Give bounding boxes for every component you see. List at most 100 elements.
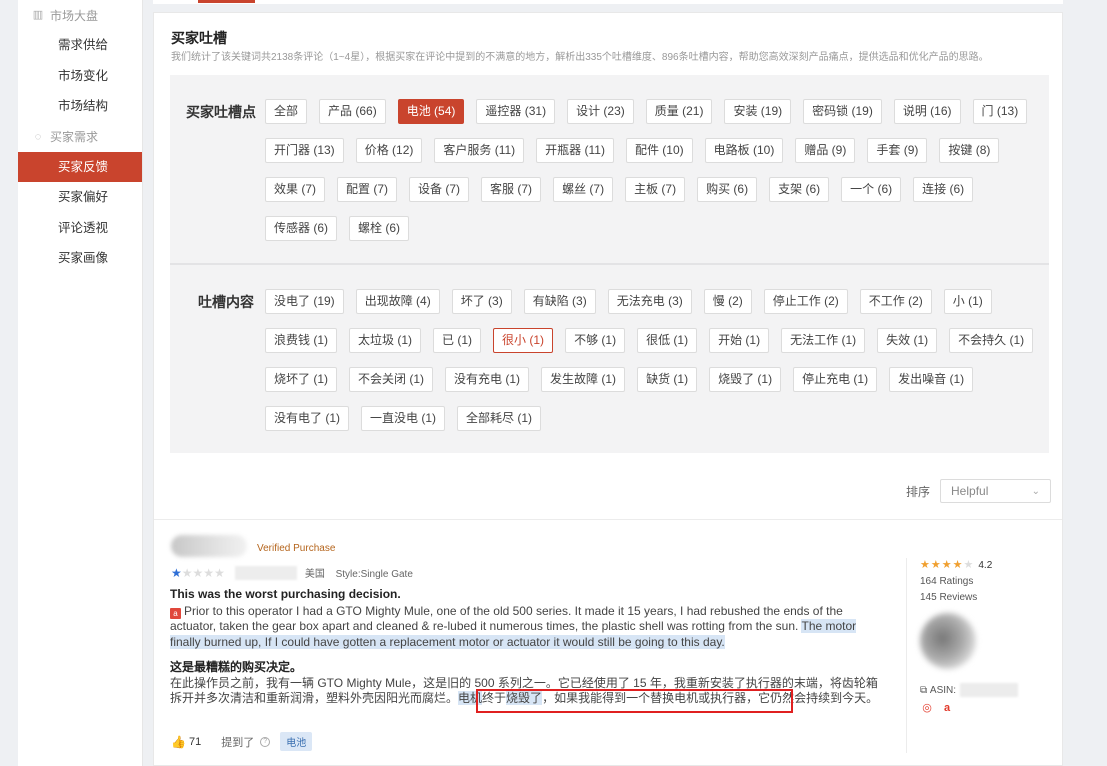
review-body-en: a Prior to this operator I had a GTO Migh… xyxy=(170,604,886,650)
complaint-point-tag[interactable]: 螺栓 (6) xyxy=(349,216,410,241)
complaint-content-tag[interactable]: 不会关闭 (1) xyxy=(349,367,434,392)
divider xyxy=(154,519,1062,520)
sidebar-group-buyer-needs[interactable]: ◌ 买家需求 xyxy=(18,122,142,152)
complaint-point-tag[interactable]: 设计 (23) xyxy=(567,99,634,124)
complaint-point-tag[interactable]: 客服 (7) xyxy=(481,177,542,202)
complaint-content-tag[interactable]: 发出噪音 (1) xyxy=(889,367,974,392)
complaint-content-tag[interactable]: 不工作 (2) xyxy=(859,289,932,314)
complaint-point-tag[interactable]: 安装 (19) xyxy=(724,99,792,124)
complaint-point-tag[interactable]: 密码锁 (19) xyxy=(803,99,882,124)
complaint-point-tag[interactable]: 全部 xyxy=(265,99,308,124)
complaint-content-tags: 没电了 (19) 出现故障 (4) 坏了 (3) 有缺陷 (3) 无法充电 (3) 慢 (… xyxy=(265,289,1045,431)
sidebar-item-supply-demand[interactable]: 需求供给 xyxy=(18,30,142,61)
star-icon: ★ xyxy=(930,559,942,571)
complaint-content-tag[interactable]: 没有充电 (1) xyxy=(445,367,530,392)
review-country: 美国 xyxy=(304,569,325,580)
complaint-point-tag[interactable]: 电池 (54) xyxy=(397,99,465,124)
complaint-content-tag[interactable]: 无法工作 (1) xyxy=(781,328,866,353)
complaint-content-tag[interactable]: 发生故障 (1) xyxy=(541,367,626,392)
complaint-content-tag[interactable]: 坏了 (3) xyxy=(451,289,512,314)
sort-value: Helpful xyxy=(951,484,989,498)
complaint-point-tag[interactable]: 配件 (10) xyxy=(625,138,693,163)
star-icon: ★ xyxy=(171,565,182,580)
complaint-content-tag[interactable]: 很小 (1) xyxy=(493,328,554,353)
product-rating: 4.2 xyxy=(978,560,993,571)
target-icon[interactable]: ◎ xyxy=(920,701,934,715)
amazon-link-icon[interactable]: a xyxy=(940,701,954,715)
thumbs-up-icon[interactable]: 👍 xyxy=(171,735,186,749)
complaint-content-tag[interactable]: 全部耗尽 (1) xyxy=(457,406,542,431)
complaint-point-tag[interactable]: 按键 (8) xyxy=(939,138,1000,163)
help-icon[interactable]: ? xyxy=(260,736,271,747)
complaint-content-tag[interactable]: 小 (1) xyxy=(943,289,992,314)
complaint-content-tag[interactable]: 浪费钱 (1) xyxy=(265,328,338,353)
divider xyxy=(170,263,1049,265)
complaint-point-tag[interactable]: 传感器 (6) xyxy=(265,216,338,241)
complaint-content-tag[interactable]: 停止工作 (2) xyxy=(763,289,848,314)
complaint-content-tag[interactable]: 开始 (1) xyxy=(709,328,770,353)
complaint-content-tag[interactable]: 已 (1) xyxy=(433,328,482,353)
complaint-point-tag[interactable]: 一个 (6) xyxy=(841,177,902,202)
star-icon: ★ xyxy=(941,559,953,571)
complaint-point-tag[interactable]: 效果 (7) xyxy=(265,177,326,202)
complaint-content-tag[interactable]: 出现故障 (4) xyxy=(355,289,440,314)
complaint-content-tag[interactable]: 烧坏了 (1) xyxy=(265,367,338,392)
star-icon: ★ xyxy=(920,559,931,571)
sort-select[interactable]: Helpful ⌄ xyxy=(940,479,1052,503)
product-image[interactable] xyxy=(920,613,976,669)
product-rating-row: ★★★★★ 4.2 xyxy=(920,558,1030,571)
complaint-point-tag[interactable]: 手套 (9) xyxy=(867,138,928,163)
complaint-point-tag[interactable]: 电路板 (10) xyxy=(704,138,784,163)
mentioned-tag[interactable]: 电池 xyxy=(280,732,313,751)
complaint-point-tag[interactable]: 遥控器 (31) xyxy=(476,99,556,124)
complaint-point-tag[interactable]: 产品 (66) xyxy=(319,99,386,124)
sidebar-item-buyer-preference[interactable]: 买家偏好 xyxy=(18,182,142,213)
tag-panel: 买家吐槽点 全部 产品 (66) 电池 (54) 遥控器 (31) 设计 (23) 质量 … xyxy=(170,75,1049,453)
sidebar-item-market-structure[interactable]: 市场结构 xyxy=(18,91,142,122)
complaint-point-tag[interactable]: 购买 (6) xyxy=(697,177,758,202)
complaint-content-tag[interactable]: 停止充电 (1) xyxy=(793,367,878,392)
complaint-content-tag[interactable]: 烧毁了 (1) xyxy=(709,367,782,392)
complaint-content-tag[interactable]: 没有电了 (1) xyxy=(265,406,350,431)
complaint-point-tag[interactable]: 设备 (7) xyxy=(409,177,470,202)
star-icon: ★ xyxy=(214,565,225,580)
complaint-point-tag[interactable]: 螺丝 (7) xyxy=(553,177,614,202)
review-meta: 美国 Style:Single Gate xyxy=(305,565,421,580)
sort-label: 排序 xyxy=(906,484,931,499)
sidebar-item-buyer-feedback[interactable]: 买家反馈 xyxy=(18,151,142,182)
review-title-en: This was the worst purchasing decision. xyxy=(170,587,401,601)
complaint-point-tag[interactable]: 配置 (7) xyxy=(337,177,398,202)
complaint-content-tag[interactable]: 有缺陷 (3) xyxy=(523,289,596,314)
complaint-point-tag[interactable]: 客户服务 (11) xyxy=(434,138,525,163)
complaint-content-tag[interactable]: 失效 (1) xyxy=(877,328,938,353)
complaint-content-tag[interactable]: 太垃圾 (1) xyxy=(349,328,422,353)
complaint-content-tag[interactable]: 慢 (2) xyxy=(703,289,752,314)
complaint-content-tag[interactable]: 缺货 (1) xyxy=(637,367,698,392)
complaint-content-tag[interactable]: 很低 (1) xyxy=(637,328,698,353)
complaint-point-tag[interactable]: 主板 (7) xyxy=(625,177,686,202)
copy-icon[interactable]: ⧉ xyxy=(920,685,927,696)
sidebar-group-market[interactable]: ▥ 市场大盘 xyxy=(18,0,142,30)
avatar xyxy=(171,535,247,557)
complaint-content-tag[interactable]: 无法充电 (3) xyxy=(607,289,692,314)
complaint-content-tag[interactable]: 不会持久 (1) xyxy=(949,328,1034,353)
complaint-point-tag[interactable]: 赠品 (9) xyxy=(795,138,856,163)
sidebar-item-buyer-persona[interactable]: 买家画像 xyxy=(18,243,142,274)
sidebar-item-market-change[interactable]: 市场变化 xyxy=(18,61,142,92)
complaint-point-tag[interactable]: 价格 (12) xyxy=(355,138,423,163)
complaint-content-tag[interactable]: 没电了 (19) xyxy=(265,289,344,314)
complaint-content-tag[interactable]: 一直没电 (1) xyxy=(361,406,446,431)
complaint-point-tag[interactable]: 开门器 (13) xyxy=(265,138,344,163)
chart-icon: ▥ xyxy=(32,9,44,21)
reviews-count: 145 Reviews xyxy=(920,592,978,603)
product-panel: ★★★★★ 4.2 164 Ratings 145 Reviews ⧉ ASIN:… xyxy=(906,558,1030,753)
complaint-content-tag[interactable]: 不够 (1) xyxy=(565,328,626,353)
complaint-point-tag[interactable]: 说明 (16) xyxy=(893,99,961,124)
complaint-point-tag[interactable]: 门 (13) xyxy=(972,99,1028,124)
complaint-point-tag[interactable]: 支架 (6) xyxy=(769,177,830,202)
complaint-point-tag[interactable]: 连接 (6) xyxy=(913,177,974,202)
section-description: 我们统计了该关键词共2138条评论（1~4星），根据买家在评论中提到的不满意的地… xyxy=(171,52,989,63)
sidebar-item-review-insight[interactable]: 评论透视 xyxy=(18,213,142,244)
complaint-point-tag[interactable]: 质量 (21) xyxy=(645,99,713,124)
complaint-point-tag[interactable]: 开瓶器 (11) xyxy=(536,138,614,163)
